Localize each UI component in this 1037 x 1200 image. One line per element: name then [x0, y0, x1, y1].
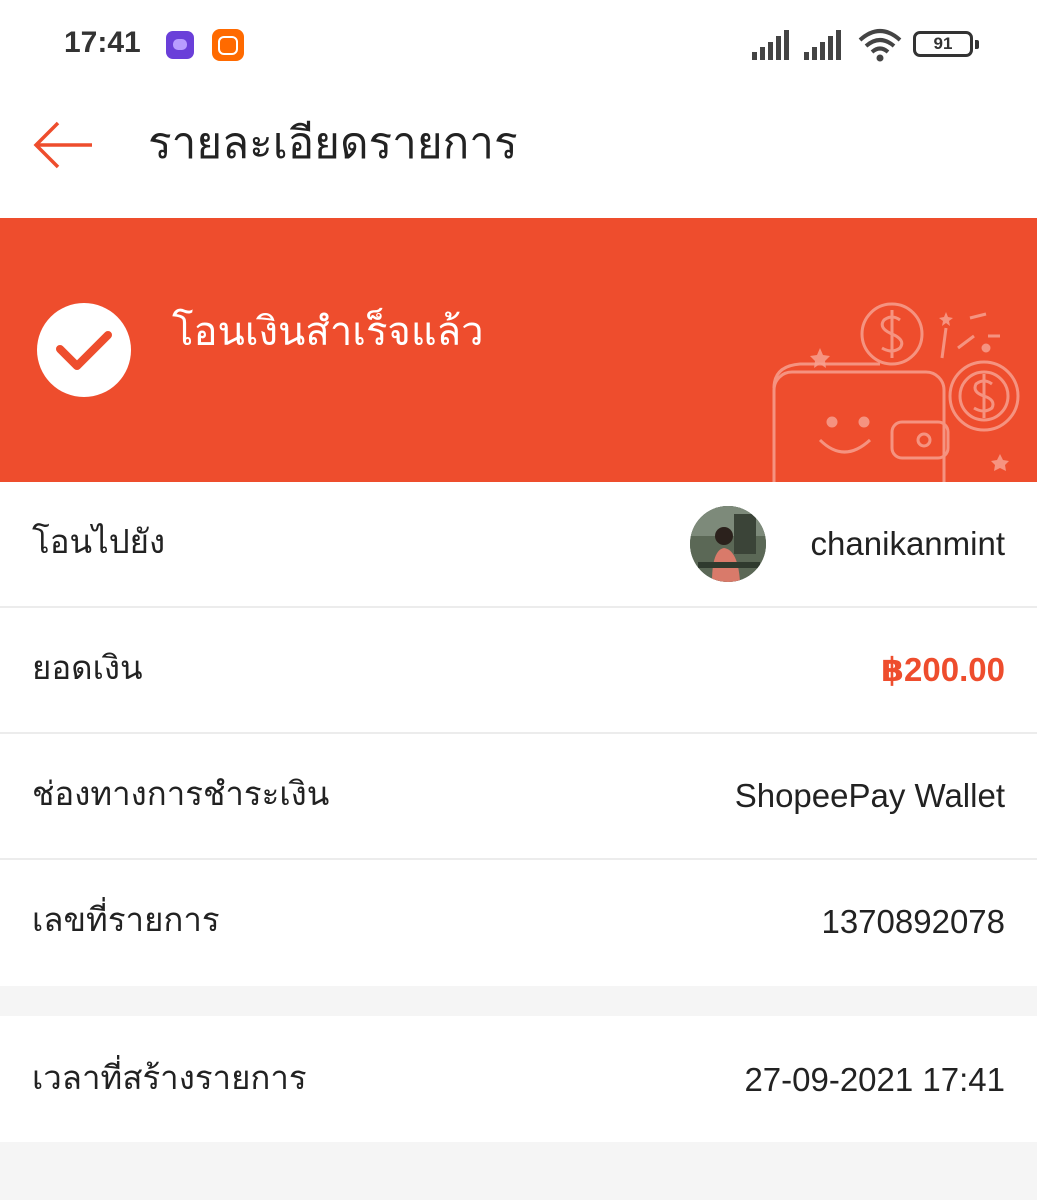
transfer-success-text: โอนเงินสำเร็จแล้ว [172, 309, 484, 355]
success-banner: โอนเงินสำเร็จแล้ว [0, 218, 1037, 482]
check-circle-icon [37, 303, 131, 397]
transaction-number-value: 1370892078 [821, 903, 1005, 940]
amount-label: ยอดเงิน [32, 648, 143, 687]
battery-icon: 91 [913, 31, 979, 57]
app-bar: รายละเอียดรายการ [0, 92, 1037, 218]
signal-icon [804, 30, 841, 60]
page-title: รายละเอียดรายการ [148, 118, 518, 169]
app-notification-icon [166, 31, 194, 59]
recipient-row: โอนไปยัง chanikanmint [0, 482, 1037, 608]
recipient-avatar [690, 506, 766, 582]
payment-method-row: ช่องทางการชำระเงิน ShopeePay Wallet [0, 734, 1037, 860]
amount-row: ยอดเงิน ฿200.00 [0, 608, 1037, 734]
amount-value: ฿200.00 [881, 651, 1005, 688]
created-time-card: เวลาที่สร้างรายการ 27-09-2021 17:41 [0, 1016, 1037, 1142]
transaction-number-row: เลขที่รายการ 1370892078 [0, 860, 1037, 986]
payment-method-value: ShopeePay Wallet [734, 777, 1005, 814]
recipient-name: chanikanmint [810, 525, 1005, 562]
transaction-number-label: เลขที่รายการ [32, 900, 220, 939]
transaction-details-card: โอนไปยัง chanikanmint ยอดเงิน ฿200.00 ช่… [0, 482, 1037, 986]
recipient-label: โอนไปยัง [32, 522, 166, 561]
signal-icon [752, 30, 789, 60]
wallet-coins-illustration [772, 302, 1020, 482]
back-button[interactable] [28, 120, 98, 170]
created-time-label: เวลาที่สร้างรายการ [32, 1058, 307, 1097]
payment-method-label: ช่องทางการชำระเงิน [32, 774, 330, 813]
created-time-row: เวลาที่สร้างรายการ 27-09-2021 17:41 [0, 1016, 1037, 1142]
arrow-left-icon [33, 121, 92, 169]
wifi-icon [858, 29, 902, 62]
mi-app-icon [212, 29, 244, 61]
status-bar: 17:41 91 [0, 0, 1037, 92]
status-time: 17:41 [64, 26, 141, 59]
created-time-value: 27-09-2021 17:41 [744, 1061, 1005, 1098]
